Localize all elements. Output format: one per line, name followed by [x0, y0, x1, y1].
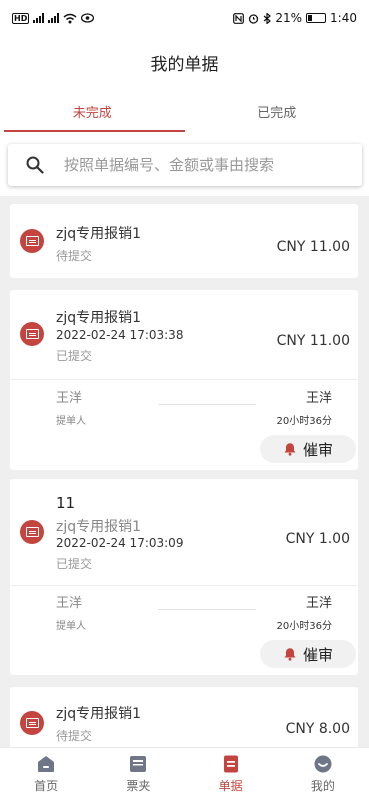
bluetooth-icon	[263, 12, 272, 24]
document-title: zjq专用报销1	[56, 706, 142, 722]
urge-review-label: 催审	[302, 645, 333, 664]
nav-ticket-folder[interactable]: 票夹	[92, 748, 184, 800]
document-icon	[223, 755, 238, 773]
signal-icon	[48, 13, 60, 23]
document-card[interactable]: zjq专用报销1 待提交 CNY 8.00	[10, 687, 358, 747]
approver-name: 王洋	[305, 391, 332, 406]
profile-icon	[314, 755, 332, 773]
submitter-name: 王洋	[56, 391, 83, 406]
nav-profile[interactable]: 我的	[277, 748, 369, 800]
hd-indicator: HD	[12, 12, 30, 24]
document-icon	[20, 520, 44, 544]
status-bar: HD 21% 1:40	[0, 0, 369, 36]
nav-profile-label: 我的	[310, 779, 335, 793]
document-status: 待提交	[56, 249, 93, 263]
document-datetime: 2022-02-24 17:03:38	[56, 328, 184, 342]
tab-incomplete[interactable]: 未完成	[0, 88, 185, 134]
bottom-nav: 首页 票夹 单据 我的	[0, 747, 369, 800]
wifi-icon	[63, 13, 77, 23]
submitter-name: 王洋	[56, 596, 83, 611]
document-title: zjq专用报销1	[56, 226, 142, 242]
document-amount: CNY 11.00	[276, 333, 350, 349]
document-amount: CNY 1.00	[285, 531, 350, 547]
alarm-icon	[249, 13, 259, 24]
submitter-role: 提单人	[56, 416, 86, 427]
divider	[10, 379, 358, 380]
document-title: zjq专用报销1	[56, 519, 142, 535]
search-input[interactable]	[64, 156, 334, 174]
document-amount: CNY 11.00	[276, 239, 350, 255]
nav-documents-label: 单据	[218, 779, 243, 793]
nav-home-label: 首页	[34, 779, 59, 793]
document-amount: CNY 8.00	[285, 721, 350, 737]
search-area	[0, 134, 369, 196]
ticket-folder-icon	[130, 756, 147, 772]
bell-icon	[284, 648, 296, 661]
document-status: 已提交	[56, 557, 93, 571]
nav-documents[interactable]: 单据	[185, 748, 277, 800]
document-icon	[20, 711, 44, 735]
document-icon	[20, 229, 44, 253]
document-card[interactable]: 11 zjq专用报销1 2022-02-24 17:03:09 已提交 CNY …	[10, 479, 358, 675]
nav-home[interactable]: 首页	[0, 748, 92, 800]
document-card[interactable]: zjq专用报销1 待提交 CNY 11.00	[10, 204, 358, 278]
search-box[interactable]	[8, 144, 362, 186]
document-status: 已提交	[56, 349, 93, 363]
urge-review-button[interactable]: 催审	[260, 435, 356, 463]
battery-percent: 21%	[275, 11, 303, 25]
elapsed-time: 20小时36分	[276, 621, 332, 632]
home-icon	[38, 756, 55, 772]
nav-ticket-folder-label: 票夹	[126, 779, 151, 793]
document-icon	[20, 322, 44, 346]
document-title: zjq专用报销1	[56, 310, 142, 326]
search-icon	[26, 156, 44, 174]
tab-completed[interactable]: 已完成	[185, 88, 369, 134]
approval-flow-line	[158, 609, 256, 610]
page-title: 我的单据	[150, 54, 219, 75]
status-bar-left: HD	[12, 12, 95, 24]
eye-icon	[81, 13, 95, 23]
submitter-role: 提单人	[56, 621, 86, 632]
document-status: 待提交	[56, 729, 93, 743]
document-datetime: 2022-02-24 17:03:09	[56, 536, 184, 550]
elapsed-time: 20小时36分	[276, 416, 332, 427]
document-name: 11	[56, 494, 76, 512]
document-list[interactable]: zjq专用报销1 待提交 CNY 11.00 zjq专用报销1 2022-02-…	[0, 196, 369, 747]
tab-bar: 未完成 已完成	[0, 88, 369, 134]
signal-icon	[33, 13, 45, 23]
approval-flow-line	[158, 404, 256, 405]
document-card[interactable]: zjq专用报销1 2022-02-24 17:03:38 已提交 CNY 11.…	[10, 290, 358, 470]
divider	[10, 585, 358, 586]
urge-review-button[interactable]: 催审	[260, 640, 356, 668]
status-bar-right: 21% 1:40	[233, 11, 357, 25]
page-header: 我的单据	[0, 36, 369, 88]
status-time: 1:40	[330, 11, 357, 25]
approver-name: 王洋	[305, 596, 332, 611]
nfc-icon	[233, 12, 245, 24]
bell-icon	[284, 443, 296, 456]
battery-icon	[306, 13, 327, 23]
urge-review-label: 催审	[302, 440, 333, 459]
